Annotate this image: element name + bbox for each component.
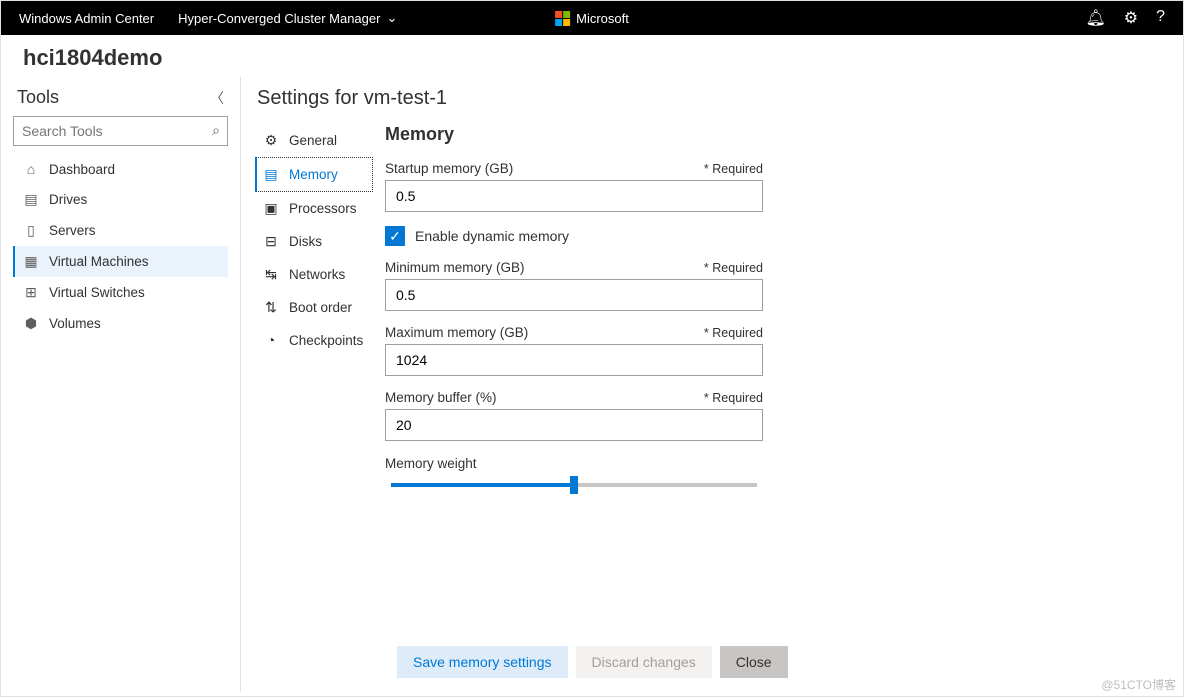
sidebar-item-label: Servers xyxy=(49,223,96,238)
nav-label: Disks xyxy=(289,234,322,249)
maximum-memory-label: Maximum memory (GB) xyxy=(385,325,528,340)
field-minimum-memory: Minimum memory (GB) * Required xyxy=(385,260,763,311)
scope-dropdown[interactable]: Hyper-Converged Cluster Manager ⌄ xyxy=(178,10,397,26)
memory-form: Memory Startup memory (GB) * Required ✓ E… xyxy=(373,124,793,692)
minimum-memory-input[interactable] xyxy=(385,279,763,311)
disk-icon: ⊟ xyxy=(263,233,279,250)
cluster-header: hci1804demo xyxy=(1,35,1183,77)
settings-title: Settings for vm-test-1 xyxy=(255,87,1183,124)
cpu-icon: ▣ xyxy=(263,200,279,217)
required-indicator: * Required xyxy=(704,261,763,275)
sidebar-item-label: Virtual Machines xyxy=(49,254,149,269)
settings-nav-disks[interactable]: ⊟ Disks xyxy=(255,225,373,258)
nav-label: Networks xyxy=(289,267,345,282)
memory-buffer-label: Memory buffer (%) xyxy=(385,390,497,405)
required-indicator: * Required xyxy=(704,326,763,340)
section-title: Memory xyxy=(385,124,763,145)
settings-nav: ⚙ General ▤ Memory ▣ Processors ⊟ Disks ↹ Net… xyxy=(255,124,373,692)
dynamic-memory-label: Enable dynamic memory xyxy=(415,228,569,244)
vm-icon: ▦ xyxy=(23,253,39,270)
save-button[interactable]: Save memory settings xyxy=(397,646,568,678)
volumes-icon: ⬢ xyxy=(23,315,39,332)
brand-text: Microsoft xyxy=(576,11,629,26)
nav-label: Memory xyxy=(289,167,338,182)
notifications-icon[interactable]: 🔔︎ xyxy=(1085,8,1105,28)
memory-buffer-input[interactable] xyxy=(385,409,763,441)
watermark: @51CTO博客 xyxy=(1101,676,1176,693)
content-area: Settings for vm-test-1 ⚙ General ▤ Memory … xyxy=(241,77,1183,692)
settings-nav-checkpoints[interactable]: ◔ Checkpoints xyxy=(255,324,373,356)
form-footer: Save memory settings Discard changes Clo… xyxy=(397,646,788,678)
sidebar-item-virtual-switches[interactable]: ⊞ Virtual Switches xyxy=(13,277,228,308)
product-name: Windows Admin Center xyxy=(19,11,154,26)
brand: Microsoft xyxy=(555,11,629,26)
nav-label: General xyxy=(289,133,337,148)
network-icon: ↹ xyxy=(263,266,279,283)
required-indicator: * Required xyxy=(704,162,763,176)
sidebar-item-label: Dashboard xyxy=(49,162,115,177)
minimum-memory-label: Minimum memory (GB) xyxy=(385,260,525,275)
search-tools: ⌕ xyxy=(13,116,228,146)
boot-icon: ⇅ xyxy=(263,299,279,316)
close-button[interactable]: Close xyxy=(720,646,788,678)
checkpoint-icon: ◔ xyxy=(263,332,279,348)
topbar-actions: 🔔︎ ⚙ ? xyxy=(1085,8,1165,28)
settings-nav-processors[interactable]: ▣ Processors xyxy=(255,192,373,225)
top-bar: Windows Admin Center Hyper-Converged Clu… xyxy=(1,1,1183,35)
field-maximum-memory: Maximum memory (GB) * Required xyxy=(385,325,763,376)
memory-icon: ▤ xyxy=(263,166,279,183)
sidebar-item-drives[interactable]: ▤ Drives xyxy=(13,184,228,215)
settings-nav-general[interactable]: ⚙ General xyxy=(255,124,373,157)
sidebar-item-volumes[interactable]: ⬢ Volumes xyxy=(13,308,228,339)
dynamic-memory-checkbox[interactable]: ✓ Enable dynamic memory xyxy=(385,226,763,246)
gear-icon[interactable]: ⚙ xyxy=(1124,8,1138,28)
settings-nav-networks[interactable]: ↹ Networks xyxy=(255,258,373,291)
maximum-memory-input[interactable] xyxy=(385,344,763,376)
checkbox-icon: ✓ xyxy=(385,226,405,246)
sidebar-item-label: Drives xyxy=(49,192,87,207)
settings-nav-boot-order[interactable]: ⇅ Boot order xyxy=(255,291,373,324)
microsoft-logo-icon xyxy=(555,11,570,26)
switches-icon: ⊞ xyxy=(23,284,39,301)
search-input[interactable] xyxy=(13,116,228,146)
servers-icon: ▯ xyxy=(23,222,39,239)
chevron-down-icon: ⌄ xyxy=(386,10,397,26)
tools-sidebar: Tools 〈 ⌕ ⌂ Dashboard ▤ Drives ▯ Servers… xyxy=(1,77,241,692)
drives-icon: ▤ xyxy=(23,191,39,208)
search-icon[interactable]: ⌕ xyxy=(212,122,220,139)
field-memory-weight: Memory weight xyxy=(385,455,763,493)
memory-weight-label: Memory weight xyxy=(385,456,477,471)
slider-thumb[interactable] xyxy=(570,476,578,494)
home-icon: ⌂ xyxy=(23,161,39,177)
sidebar-item-label: Volumes xyxy=(49,316,101,331)
help-icon[interactable]: ? xyxy=(1156,8,1165,28)
collapse-sidebar-icon[interactable]: 〈 xyxy=(210,88,224,108)
sidebar-item-virtual-machines[interactable]: ▦ Virtual Machines xyxy=(13,246,228,277)
memory-weight-slider[interactable] xyxy=(391,477,757,493)
discard-button[interactable]: Discard changes xyxy=(576,646,712,678)
field-memory-buffer: Memory buffer (%) * Required xyxy=(385,390,763,441)
startup-memory-input[interactable] xyxy=(385,180,763,212)
tools-title: Tools xyxy=(17,87,59,108)
startup-memory-label: Startup memory (GB) xyxy=(385,161,513,176)
nav-label: Checkpoints xyxy=(289,333,363,348)
nav-label: Processors xyxy=(289,201,357,216)
sidebar-item-servers[interactable]: ▯ Servers xyxy=(13,215,228,246)
gear-icon: ⚙ xyxy=(263,132,279,149)
required-indicator: * Required xyxy=(704,391,763,405)
field-startup-memory: Startup memory (GB) * Required xyxy=(385,161,763,212)
sidebar-item-dashboard[interactable]: ⌂ Dashboard xyxy=(13,154,228,184)
sidebar-item-label: Virtual Switches xyxy=(49,285,145,300)
nav-label: Boot order xyxy=(289,300,352,315)
scope-label: Hyper-Converged Cluster Manager xyxy=(178,11,380,26)
settings-nav-memory[interactable]: ▤ Memory xyxy=(255,157,373,192)
cluster-name: hci1804demo xyxy=(23,45,1161,71)
